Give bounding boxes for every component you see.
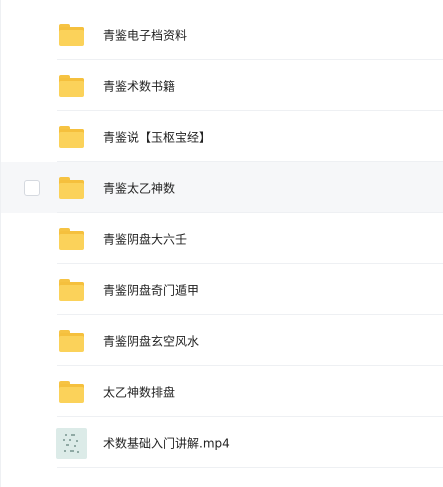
file-name[interactable]: 青鉴太乙神数 [103, 179, 175, 196]
file-row-5[interactable]: 青鉴阴盘奇门遁甲 [1, 264, 443, 315]
file-name[interactable]: 太乙神数排盘 [103, 383, 175, 400]
file-row-7[interactable]: 太乙神数排盘 [1, 366, 443, 417]
file-row-2[interactable]: 青鉴说【玉枢宝经】 [1, 111, 443, 162]
file-row-8[interactable]: 术数基础入门讲解.mp4 [1, 417, 443, 468]
folder-icon [59, 74, 84, 97]
file-name[interactable]: 青鉴阴盘大六壬 [103, 230, 187, 247]
file-name[interactable]: 青鉴说【玉枢宝经】 [103, 128, 211, 145]
folder-icon [59, 176, 84, 199]
file-name[interactable]: 青鉴阴盘玄空风水 [103, 332, 199, 349]
file-row-6[interactable]: 青鉴阴盘玄空风水 [1, 315, 443, 366]
folder-icon [59, 125, 84, 148]
file-name[interactable]: 术数基础入门讲解.mp4 [103, 434, 230, 451]
file-name[interactable]: 青鉴电子档资料 [103, 26, 187, 43]
row-divider [57, 467, 443, 468]
video-thumbnail-icon [56, 427, 87, 459]
file-row-3[interactable]: 青鉴太乙神数 [1, 162, 443, 213]
file-list: 青鉴电子档资料 青鉴术数书籍 青鉴说【玉枢宝经】 青鉴太乙神数 青鉴阴盘大六壬 … [0, 0, 443, 487]
folder-icon [59, 23, 84, 46]
folder-icon [59, 329, 84, 352]
file-name[interactable]: 青鉴阴盘奇门遁甲 [103, 281, 199, 298]
row-checkbox[interactable] [24, 179, 40, 196]
folder-icon [59, 227, 84, 250]
file-row-0[interactable]: 青鉴电子档资料 [1, 9, 443, 60]
folder-icon [59, 380, 84, 403]
file-row-4[interactable]: 青鉴阴盘大六壬 [1, 213, 443, 264]
folder-icon [59, 278, 84, 301]
file-name[interactable]: 青鉴术数书籍 [103, 77, 175, 94]
file-row-1[interactable]: 青鉴术数书籍 [1, 60, 443, 111]
